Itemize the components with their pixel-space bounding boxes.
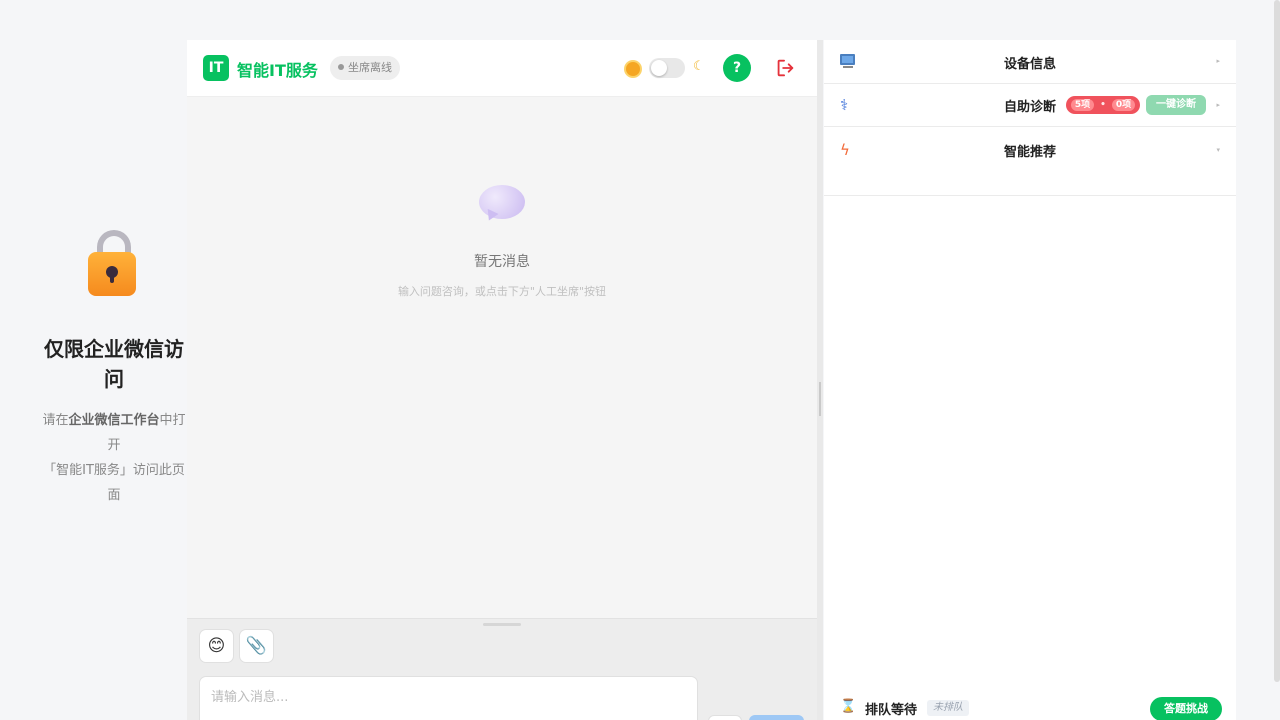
device-info-section[interactable]: 设备信息 ▸ xyxy=(824,40,1236,84)
moon-icon: ☾ xyxy=(693,59,705,74)
chat-bubble-icon xyxy=(479,185,525,224)
app-title: 智能IT服务 xyxy=(237,61,318,80)
diagnosis-error-badge: 5项 • 0项 xyxy=(1066,96,1140,114)
empty-state: 暂无消息 输入问题咨询，或点击下方"人工坐席"按钮 xyxy=(187,185,817,299)
agent-status-badge: 坐席离线 xyxy=(330,56,400,80)
chat-panel: IT 智能IT服务 坐席离线 ☾ ? 暂无消息 输入问题咨询，或点击下方"人工坐… xyxy=(187,40,817,720)
sun-icon xyxy=(626,62,640,76)
logout-icon[interactable] xyxy=(774,57,796,79)
lock-icon xyxy=(88,230,140,296)
help-button[interactable]: ? xyxy=(723,54,751,82)
side-panel: 设备信息 ▸ ⚕ 自助诊断 5项 • 0项 一键诊断 ▸ ϟ 智能推荐 ▾ ⌛ 排队… xyxy=(824,40,1236,720)
panel-splitter[interactable] xyxy=(817,40,823,720)
queue-status-badge: 未排队 xyxy=(927,700,969,716)
attach-button[interactable]: 📎 xyxy=(239,629,274,663)
queue-bar: ⌛ 排队等待 未排队 答题挑战 xyxy=(824,695,1236,720)
access-restriction-notice: 仅限企业微信访问 请在企业微信工作台中打开 「智能IT服务」访问此页面 xyxy=(40,230,188,508)
caret-down-icon: ▾ xyxy=(1216,146,1220,154)
self-diagnosis-section[interactable]: ⚕ 自助诊断 5项 • 0项 一键诊断 ▸ xyxy=(824,84,1236,127)
queue-title: 排队等待 xyxy=(865,703,918,718)
restriction-description: 请在企业微信工作台中打开 「智能IT服务」访问此页面 xyxy=(42,413,186,503)
send-button[interactable] xyxy=(749,715,804,720)
message-input[interactable] xyxy=(199,676,698,720)
caret-right-icon: ▸ xyxy=(1216,101,1220,109)
chat-header: IT 智能IT服务 坐席离线 ☾ ? xyxy=(187,40,817,97)
app-logo: IT xyxy=(203,55,229,81)
empty-title: 暂无消息 xyxy=(474,254,530,270)
caret-right-icon: ▸ xyxy=(1216,57,1220,65)
resize-handle[interactable] xyxy=(483,623,521,626)
smart-recommend-section[interactable]: ϟ 智能推荐 ▾ xyxy=(824,127,1236,196)
smart-recommend-title: 智能推荐 xyxy=(1003,145,1056,160)
hourglass-icon: ⌛ xyxy=(840,699,857,714)
emoji-button[interactable]: 😊 xyxy=(199,629,234,663)
one-click-diagnosis-button[interactable]: 一键诊断 xyxy=(1146,95,1206,115)
secondary-action-button[interactable] xyxy=(708,715,742,720)
restriction-title: 仅限企业微信访问 xyxy=(44,337,184,391)
quiz-challenge-button[interactable]: 答题挑战 xyxy=(1150,697,1222,720)
device-info-title: 设备信息 xyxy=(1003,57,1056,72)
message-composer: 😊 📎 xyxy=(187,618,817,720)
page-scrollbar[interactable] xyxy=(1274,0,1280,682)
theme-toggle[interactable] xyxy=(649,58,685,78)
empty-hint: 输入问题咨询，或点击下方"人工坐席"按钮 xyxy=(397,285,607,298)
